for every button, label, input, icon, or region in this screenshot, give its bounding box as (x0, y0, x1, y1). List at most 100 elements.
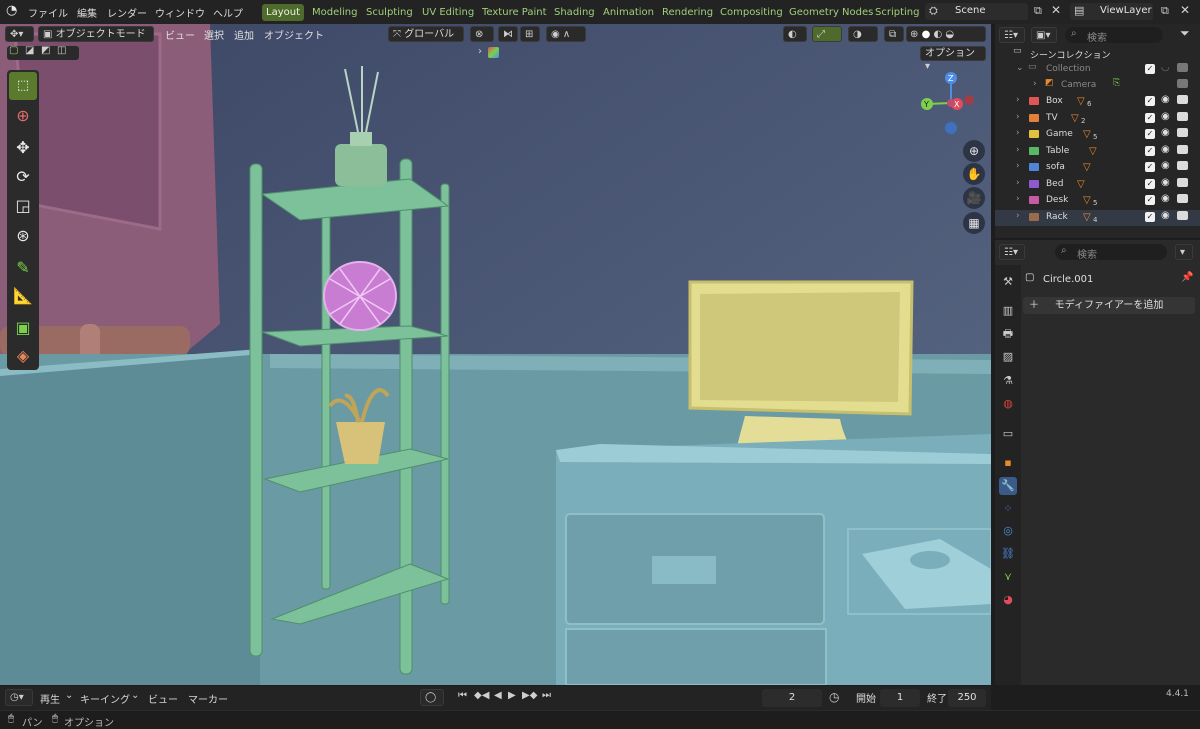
material-tab-icon[interactable]: ◕ (999, 591, 1017, 609)
end-frame-field[interactable]: 250 (948, 689, 986, 707)
render-camera-icon[interactable] (1177, 128, 1188, 137)
filter-icon[interactable]: ⏷ (1180, 26, 1190, 41)
outliner-search[interactable]: ⌕ 検索 (1065, 27, 1163, 44)
expand-chevron-icon[interactable]: › (1016, 211, 1020, 221)
outliner-item-box[interactable]: › Box ▽ 6 ✓ ◉ (995, 94, 1200, 110)
xray-toggle[interactable]: ⧉ (884, 26, 904, 42)
render-camera-icon[interactable] (1177, 177, 1188, 187)
view-layer-selector[interactable]: ▤ ViewLayer (1070, 3, 1153, 20)
collection-checkbox[interactable]: ✓ (1145, 64, 1155, 74)
collection-checkbox[interactable]: ✓ (1145, 129, 1155, 139)
tab-texture-paint[interactable]: Texture Paint (478, 4, 551, 21)
tab-modeling[interactable]: Modeling (308, 4, 362, 21)
move-tool[interactable]: ✥ (9, 134, 37, 162)
tab-shading[interactable]: Shading (550, 4, 599, 21)
blender-logo-icon[interactable]: ◔ (6, 3, 17, 18)
expand-chevron-icon[interactable]: › (1016, 194, 1020, 204)
proportional-editing-button[interactable]: ◉ ∧ (546, 26, 586, 42)
properties-options-dropdown[interactable]: ▾ (1175, 244, 1193, 260)
add-cube-tool[interactable]: ▣ (9, 314, 37, 342)
render-camera-icon[interactable] (1177, 161, 1188, 170)
expand-chevron-icon[interactable]: › (1016, 178, 1020, 188)
material-shading-icon[interactable]: ◐ (934, 27, 943, 43)
tab-compositing[interactable]: Compositing (716, 4, 787, 21)
outliner-item-tv[interactable]: › TV ▽ 2 ✓ ◉ (995, 111, 1200, 127)
rendered-shading-icon[interactable]: ◒ (945, 27, 954, 43)
expand-chevron-icon[interactable]: › (1016, 95, 1020, 105)
tab-sculpting[interactable]: Sculpting (362, 4, 417, 21)
timeline-view-menu[interactable]: ビュー (148, 691, 178, 706)
menu-render[interactable]: レンダー (107, 5, 147, 20)
mode-dropdown[interactable]: ▣ オブジェクトモード ▾ (38, 26, 154, 56)
outliner-camera[interactable]: › ◩ Camera ⎘ (995, 78, 1200, 94)
jump-start-icon[interactable]: ⏮ (458, 690, 467, 701)
data-tab-icon[interactable]: ⋎ (999, 568, 1017, 586)
eye-icon[interactable]: ◉ (1161, 127, 1170, 138)
outliner-item-game[interactable]: › Game ▽ 5 ✓ ◉ (995, 127, 1200, 143)
current-frame-field[interactable]: 2 (762, 689, 822, 707)
object-tab-icon[interactable]: ▪ (999, 454, 1017, 472)
eye-icon[interactable]: ◉ (1161, 144, 1170, 155)
scene-close-icon[interactable]: ✕ (1051, 3, 1061, 17)
zoom-icon[interactable]: ⊕ (963, 140, 985, 162)
annotate-tool[interactable]: ✎ (9, 254, 37, 282)
select-extend-icon[interactable]: ◪ (25, 45, 34, 56)
scene-copy-icon[interactable]: ⧉ (1034, 4, 1042, 18)
transform-tool[interactable]: ⊛ (9, 222, 37, 250)
play-reverse-icon[interactable]: ◀ (494, 690, 502, 701)
menu-select[interactable]: 選択 (204, 27, 224, 42)
properties-search[interactable]: ⌕ 検索 (1055, 244, 1167, 261)
collection-checkbox[interactable]: ✓ (1145, 211, 1155, 222)
outliner-item-sofa[interactable]: › sofa ▽ ✓ ◉ (995, 160, 1200, 176)
next-keyframe-icon[interactable]: ▶◆ (522, 690, 537, 701)
eye-icon[interactable]: ◉ (1161, 210, 1170, 221)
outliner-collection[interactable]: ⌄ ▭ Collection ✓ ◡ (995, 62, 1200, 78)
editor-type-button[interactable]: ✥▾ (5, 26, 34, 42)
collection-checkbox[interactable]: ✓ (1145, 178, 1155, 189)
menu-object[interactable]: オブジェクト (264, 27, 324, 42)
pin-icon[interactable]: 📌 (1181, 272, 1193, 283)
eye-icon[interactable]: ◉ (1161, 193, 1170, 204)
axis-gizmo-svg[interactable]: Z Y X (915, 70, 987, 142)
scale-tool[interactable]: ◲ (9, 192, 37, 220)
solid-shading-icon[interactable]: ● (922, 27, 931, 43)
start-frame-field[interactable]: 1 (880, 689, 920, 707)
display-mode-dropdown[interactable]: ▣▾ (1031, 27, 1057, 43)
render-camera-icon[interactable] (1177, 111, 1188, 121)
menu-edit[interactable]: 編集 (77, 5, 97, 20)
view-layer-tab-icon[interactable]: ▨ (999, 348, 1017, 366)
modifier-tab-icon[interactable]: 🔧 (999, 477, 1017, 495)
scene-render[interactable] (0, 24, 991, 685)
transform-orientation-dropdown[interactable]: ⤧ グローバル (388, 26, 464, 42)
outliner-item-bed[interactable]: › Bed ▽ ✓ ◉ (995, 177, 1200, 193)
render-camera-icon[interactable] (1177, 63, 1188, 72)
overlay-toggle[interactable]: ◑ (848, 26, 878, 42)
prev-keyframe-icon[interactable]: ◆◀ (474, 690, 489, 701)
collection-tab-icon[interactable]: ▭ (999, 425, 1017, 443)
tab-geometry-nodes[interactable]: Geometry Nodes (785, 4, 877, 21)
collection-checkbox[interactable]: ✓ (1145, 162, 1155, 172)
viewport-3d[interactable] (0, 24, 991, 685)
outliner-item-table[interactable]: › Table ▽ ✓ ◉ (995, 144, 1200, 160)
sidebar-toggle-chevron-icon[interactable]: › (478, 46, 482, 57)
visibility-button[interactable]: ◐ (783, 26, 807, 42)
physics-tab-icon[interactable]: ◎ (999, 522, 1017, 540)
pivot-point-button[interactable]: ⊗ (470, 26, 494, 42)
cursor-tool[interactable]: ⊕ (9, 102, 37, 130)
particles-tab-icon[interactable]: ⁘ (999, 500, 1017, 518)
collection-checkbox[interactable]: ✓ (1145, 145, 1155, 156)
camera-view-icon[interactable]: 🎥 (963, 187, 985, 209)
marker-menu[interactable]: マーカー (188, 691, 228, 706)
snap-toggle[interactable]: ⧑ (498, 26, 518, 42)
select-mode-group[interactable]: ▢ ◪ ◩ ◫ (7, 45, 79, 60)
tab-uv-editing[interactable]: UV Editing (418, 4, 478, 21)
eye-icon[interactable]: ◉ (1161, 94, 1170, 105)
render-camera-icon[interactable] (1177, 79, 1188, 88)
menu-help[interactable]: ヘルプ (213, 5, 243, 20)
tool-tab-icon[interactable]: ⚒ (999, 273, 1017, 291)
expand-chevron-icon[interactable]: › (1016, 112, 1020, 122)
tab-animation[interactable]: Animation (599, 4, 658, 21)
scene-tab-icon[interactable]: ⚗ (999, 372, 1017, 390)
rotate-tool[interactable]: ⟳ (9, 163, 37, 191)
collapse-chevron-icon[interactable]: ⌄ (1016, 63, 1024, 73)
